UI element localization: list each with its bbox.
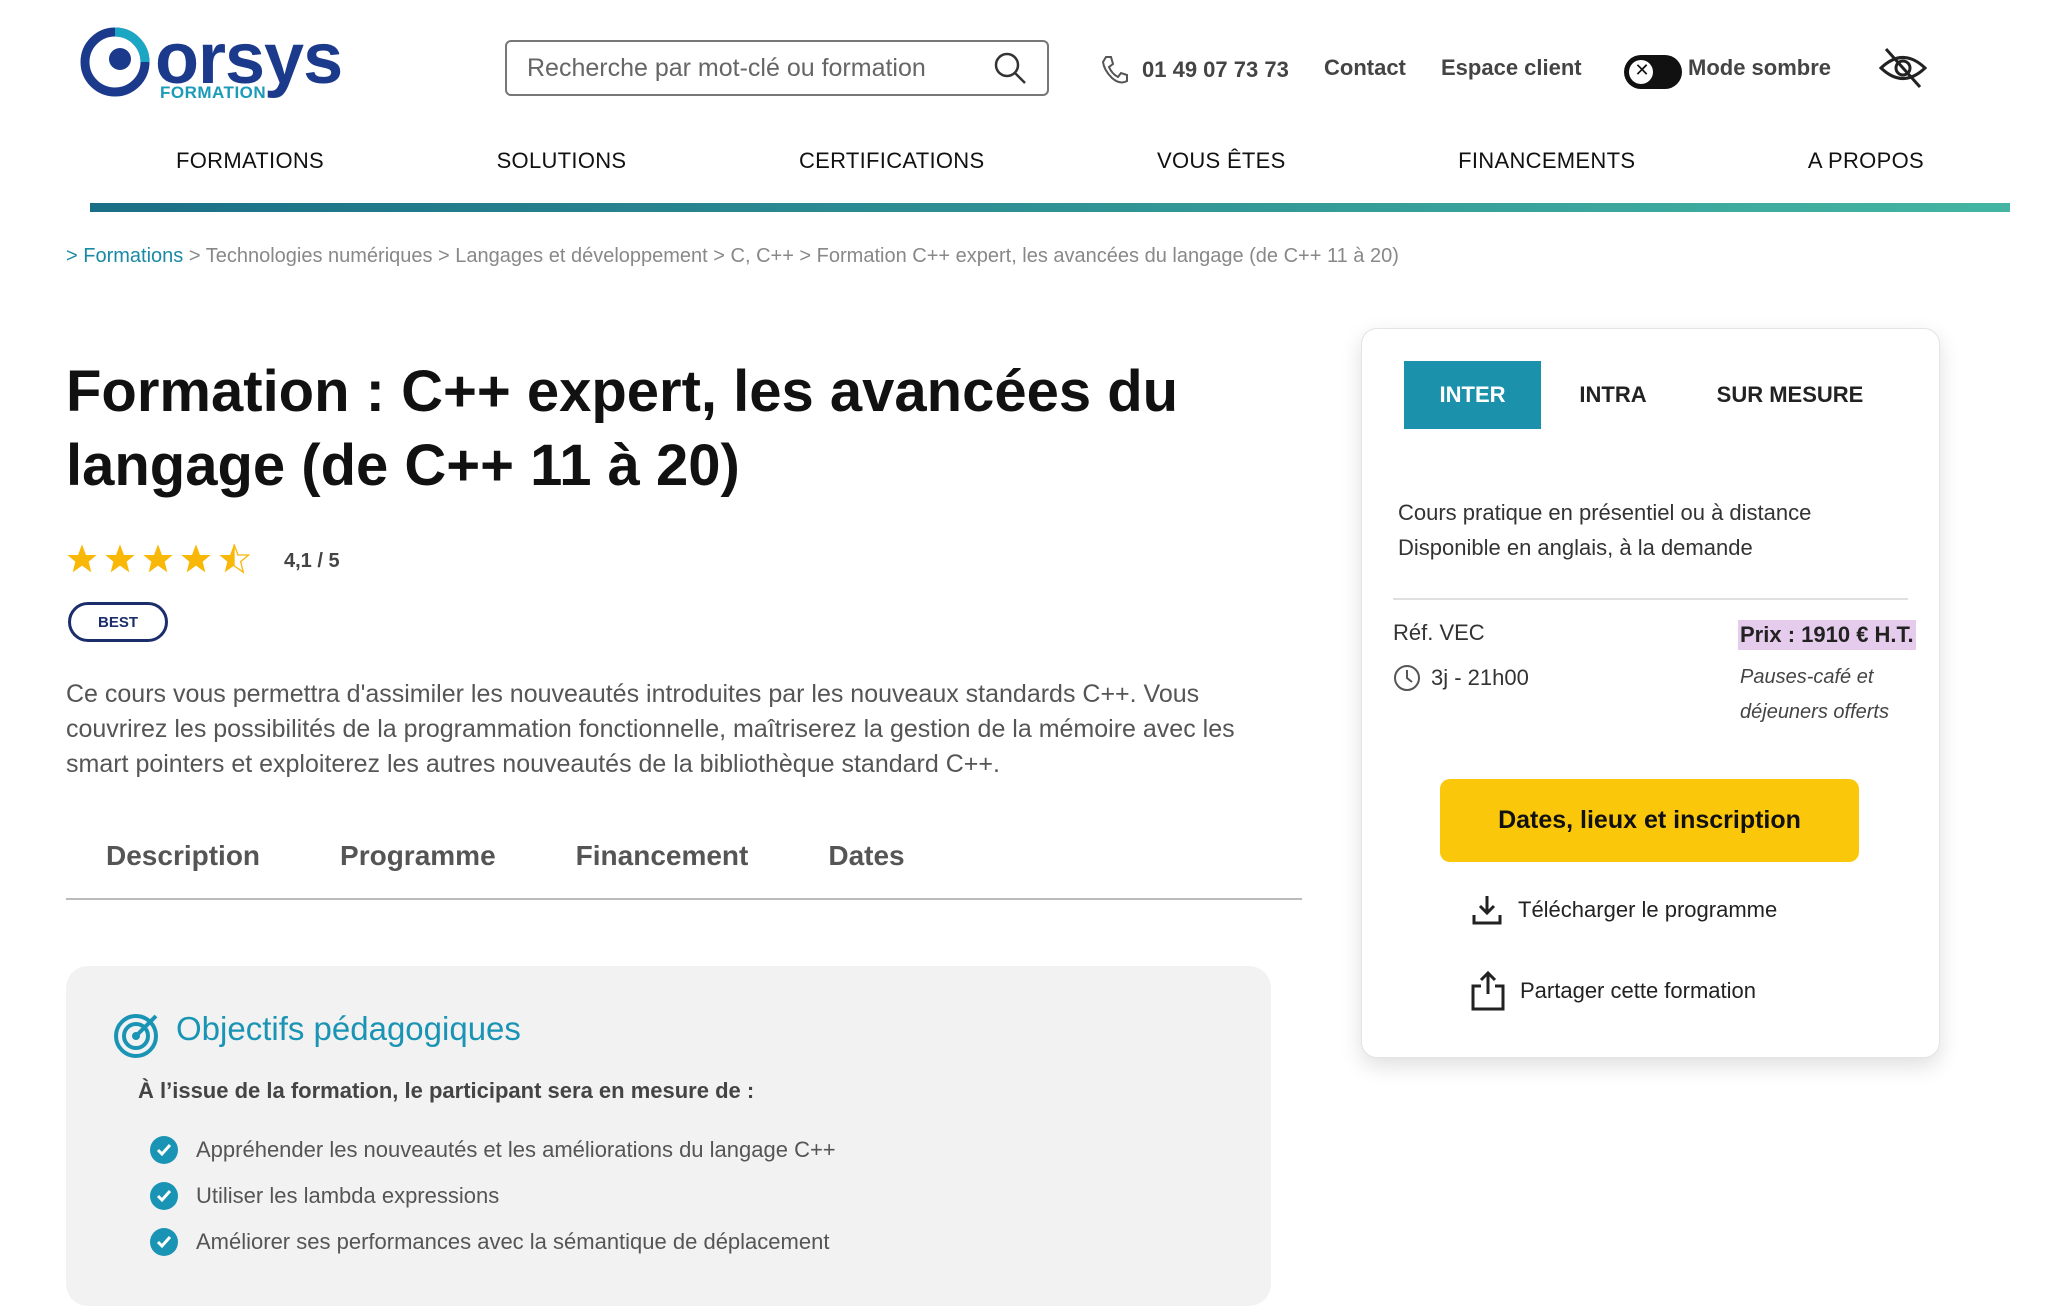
check-icon — [150, 1136, 178, 1164]
nav-vous-etes[interactable]: VOUS ÊTES — [1157, 148, 1286, 198]
course-format-info: Cours pratique en présentiel ou à distan… — [1398, 495, 1811, 565]
accessibility-eye-icon[interactable] — [1878, 45, 1928, 91]
star-icon — [105, 544, 135, 573]
check-icon — [150, 1228, 178, 1256]
objective-text: Améliorer ses performances avec la séman… — [196, 1229, 830, 1254]
search-icon[interactable] — [993, 51, 1027, 85]
best-badge: BEST — [68, 602, 168, 642]
star-icon — [143, 544, 173, 573]
nav-certifications[interactable]: CERTIFICATIONS — [799, 148, 985, 198]
objective-text: Utiliser les lambda expressions — [196, 1183, 500, 1208]
search-input[interactable]: Recherche par mot-clé ou formation — [505, 40, 1049, 96]
course-duration: 3j - 21h00 — [1393, 664, 1529, 692]
phone-icon — [1101, 56, 1128, 84]
download-label: Télécharger le programme — [1518, 897, 1778, 922]
client-space-link[interactable]: Espace client — [1441, 55, 1582, 81]
half-star-icon — [219, 544, 250, 574]
nav-financements[interactable]: FINANCEMENTS — [1458, 148, 1635, 198]
star-icon — [67, 544, 97, 573]
search-placeholder: Recherche par mot-clé ou formation — [527, 53, 926, 82]
objectives-subtitle: À l’issue de la formation, le participan… — [138, 1078, 755, 1103]
course-price: Prix : 1910 € H.T. — [1738, 620, 1916, 650]
tab-financement[interactable]: Financement — [576, 840, 749, 898]
rating-stars — [66, 543, 250, 575]
share-course-link[interactable]: Partager cette formation — [1470, 970, 1756, 1012]
duration-text: 3j - 21h00 — [1431, 665, 1529, 690]
share-icon — [1471, 970, 1505, 1011]
card-divider — [1393, 598, 1908, 600]
card-tab-sur-mesure[interactable]: SUR MESURE — [1700, 361, 1880, 429]
share-label: Partager cette formation — [1520, 978, 1757, 1003]
logo-subtitle: FORMATION — [160, 83, 267, 102]
phone-number: 01 49 07 73 73 — [1142, 57, 1289, 82]
tab-dates[interactable]: Dates — [828, 840, 904, 898]
breadcrumb: > Formations > Technologies numériques >… — [66, 245, 1399, 268]
dark-mode-label: Mode sombre — [1688, 55, 1832, 80]
objectives-title: Objectifs pédagogiques — [176, 1010, 521, 1047]
nav-divider — [90, 203, 2010, 212]
download-program-link[interactable]: Télécharger le programme — [1470, 893, 1777, 927]
card-tab-inter[interactable]: INTER — [1404, 361, 1541, 429]
nav-formations[interactable]: FORMATIONS — [176, 148, 324, 198]
breadcrumb-rest[interactable]: > Technologies numériques > Langages et … — [183, 245, 1399, 267]
content-tabs: Description Programme Financement Dates — [66, 840, 1302, 900]
rating-value: 4,1 / 5 — [284, 550, 340, 572]
course-reference: Réf. VEC — [1393, 620, 1485, 645]
target-icon — [114, 1014, 158, 1058]
phone-link[interactable]: 01 49 07 73 73 — [1100, 55, 1289, 85]
list-item: Appréhender les nouveautés et les amélio… — [150, 1136, 836, 1164]
objective-text: Appréhender les nouveautés et les amélio… — [196, 1137, 836, 1162]
breadcrumb-formations[interactable]: > Formations — [66, 245, 183, 267]
list-item: Améliorer ses performances avec la séman… — [150, 1228, 836, 1256]
close-icon: ✕ — [1634, 60, 1650, 80]
page-title: Formation : C++ expert, les avancées du … — [66, 359, 1179, 498]
contact-link[interactable]: Contact — [1324, 55, 1406, 81]
star-icon — [181, 544, 211, 573]
breaks-note: Pauses-café et déjeuners offerts — [1740, 666, 1889, 723]
format-line: Cours pratique en présentiel ou à distan… — [1398, 500, 1812, 525]
list-item: Utiliser les lambda expressions — [150, 1182, 836, 1210]
course-description: Ce cours vous permettra d'assimiler les … — [66, 680, 1235, 778]
check-icon — [150, 1182, 178, 1210]
download-icon — [1472, 896, 1502, 925]
tab-programme[interactable]: Programme — [340, 840, 496, 898]
card-tab-intra[interactable]: INTRA — [1560, 361, 1666, 429]
objectives-list: Appréhender les nouveautés et les amélio… — [150, 1136, 836, 1256]
nav-solutions[interactable]: SOLUTIONS — [497, 148, 627, 198]
nav-a-propos[interactable]: A PROPOS — [1808, 148, 1924, 198]
dates-registration-button[interactable]: Dates, lieux et inscription — [1440, 779, 1859, 862]
language-line: Disponible en anglais, à la demande — [1398, 535, 1753, 560]
tab-description[interactable]: Description — [106, 840, 260, 898]
logo-swirl-icon — [80, 27, 150, 97]
clock-icon — [1394, 665, 1420, 691]
main-nav: FORMATIONS SOLUTIONS CERTIFICATIONS VOUS… — [90, 148, 2010, 198]
